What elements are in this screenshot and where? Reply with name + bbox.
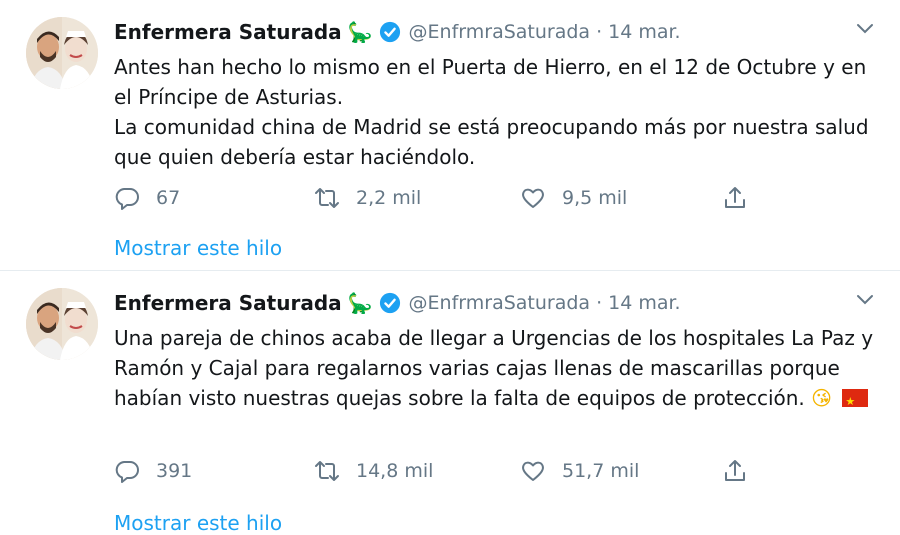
share-button[interactable] — [722, 182, 748, 214]
avatar[interactable] — [26, 288, 98, 360]
author-handle[interactable]: @EnfrmraSaturada — [409, 292, 591, 314]
separator-dot: · — [596, 292, 603, 314]
kiss-emoji: 😘 — [811, 386, 832, 410]
share-icon — [725, 460, 745, 481]
dinosaur-emoji: 🦕 — [347, 291, 373, 315]
reply-button[interactable]: 391 — [114, 455, 192, 487]
show-thread-link[interactable]: Mostrar este hilo — [114, 511, 282, 535]
like-count: 51,7 mil — [562, 460, 640, 482]
like-button[interactable]: 9,5 mil — [520, 182, 627, 214]
tweet-date[interactable]: 14 mar. — [608, 21, 680, 43]
retweet-button[interactable]: 2,2 mil — [314, 182, 421, 214]
tweet-actions: 67 2,2 mil 9,5 mil — [114, 182, 764, 214]
retweet-icon — [315, 188, 339, 208]
verified-badge-icon — [379, 21, 401, 43]
chevron-down-icon[interactable] — [856, 291, 874, 309]
author-handle[interactable]: @EnfrmraSaturada — [409, 21, 591, 43]
tweet[interactable]: Enfermera Saturada 🦕 @EnfrmraSaturada · … — [0, 270, 900, 535]
tweet-text-line: La comunidad china de Madrid se está pre… — [114, 115, 869, 169]
share-button[interactable] — [722, 455, 748, 487]
reply-count: 67 — [156, 187, 181, 209]
tweet-header: Enfermera Saturada 🦕 @EnfrmraSaturada · … — [114, 288, 681, 318]
reply-button[interactable]: 67 — [114, 182, 180, 214]
separator-dot: · — [596, 21, 603, 43]
dinosaur-emoji: 🦕 — [347, 20, 373, 44]
tweet-text-line: Una pareja de chinos acaba de llegar a U… — [114, 323, 884, 417]
tweet-text: Antes han hecho lo mismo en el Puerta de… — [114, 52, 884, 172]
share-icon — [725, 187, 745, 208]
reply-icon — [115, 188, 139, 210]
tweet-text-content: Una pareja de chinos acaba de llegar a U… — [114, 326, 874, 410]
reply-count: 391 — [156, 460, 193, 482]
tweet[interactable]: Enfermera Saturada 🦕 @EnfrmraSaturada · … — [0, 0, 900, 270]
tweet-actions: 391 14,8 mil 51,7 mil — [114, 455, 764, 487]
tweet-feed: Enfermera Saturada 🦕 @EnfrmraSaturada · … — [0, 0, 900, 535]
china-flag-icon — [842, 387, 869, 417]
verified-badge-icon — [379, 292, 401, 314]
like-count: 9,5 mil — [562, 187, 628, 209]
retweet-button[interactable]: 14,8 mil — [314, 455, 433, 487]
chevron-down-icon[interactable] — [856, 20, 874, 38]
tweet-date[interactable]: 14 mar. — [608, 292, 680, 314]
retweet-count: 2,2 mil — [356, 187, 422, 209]
heart-icon — [522, 188, 544, 208]
avatar[interactable] — [26, 17, 98, 89]
like-button[interactable]: 51,7 mil — [520, 455, 639, 487]
heart-icon — [522, 461, 544, 481]
retweet-count: 14,8 mil — [356, 460, 434, 482]
tweet-text: Una pareja de chinos acaba de llegar a U… — [114, 323, 884, 417]
tweet-text-line: Antes han hecho lo mismo en el Puerta de… — [114, 55, 867, 109]
reply-icon — [115, 461, 139, 483]
author-name[interactable]: Enfermera Saturada — [114, 20, 342, 44]
tweet-header: Enfermera Saturada 🦕 @EnfrmraSaturada · … — [114, 17, 681, 47]
retweet-icon — [315, 461, 339, 481]
author-name[interactable]: Enfermera Saturada — [114, 291, 342, 315]
